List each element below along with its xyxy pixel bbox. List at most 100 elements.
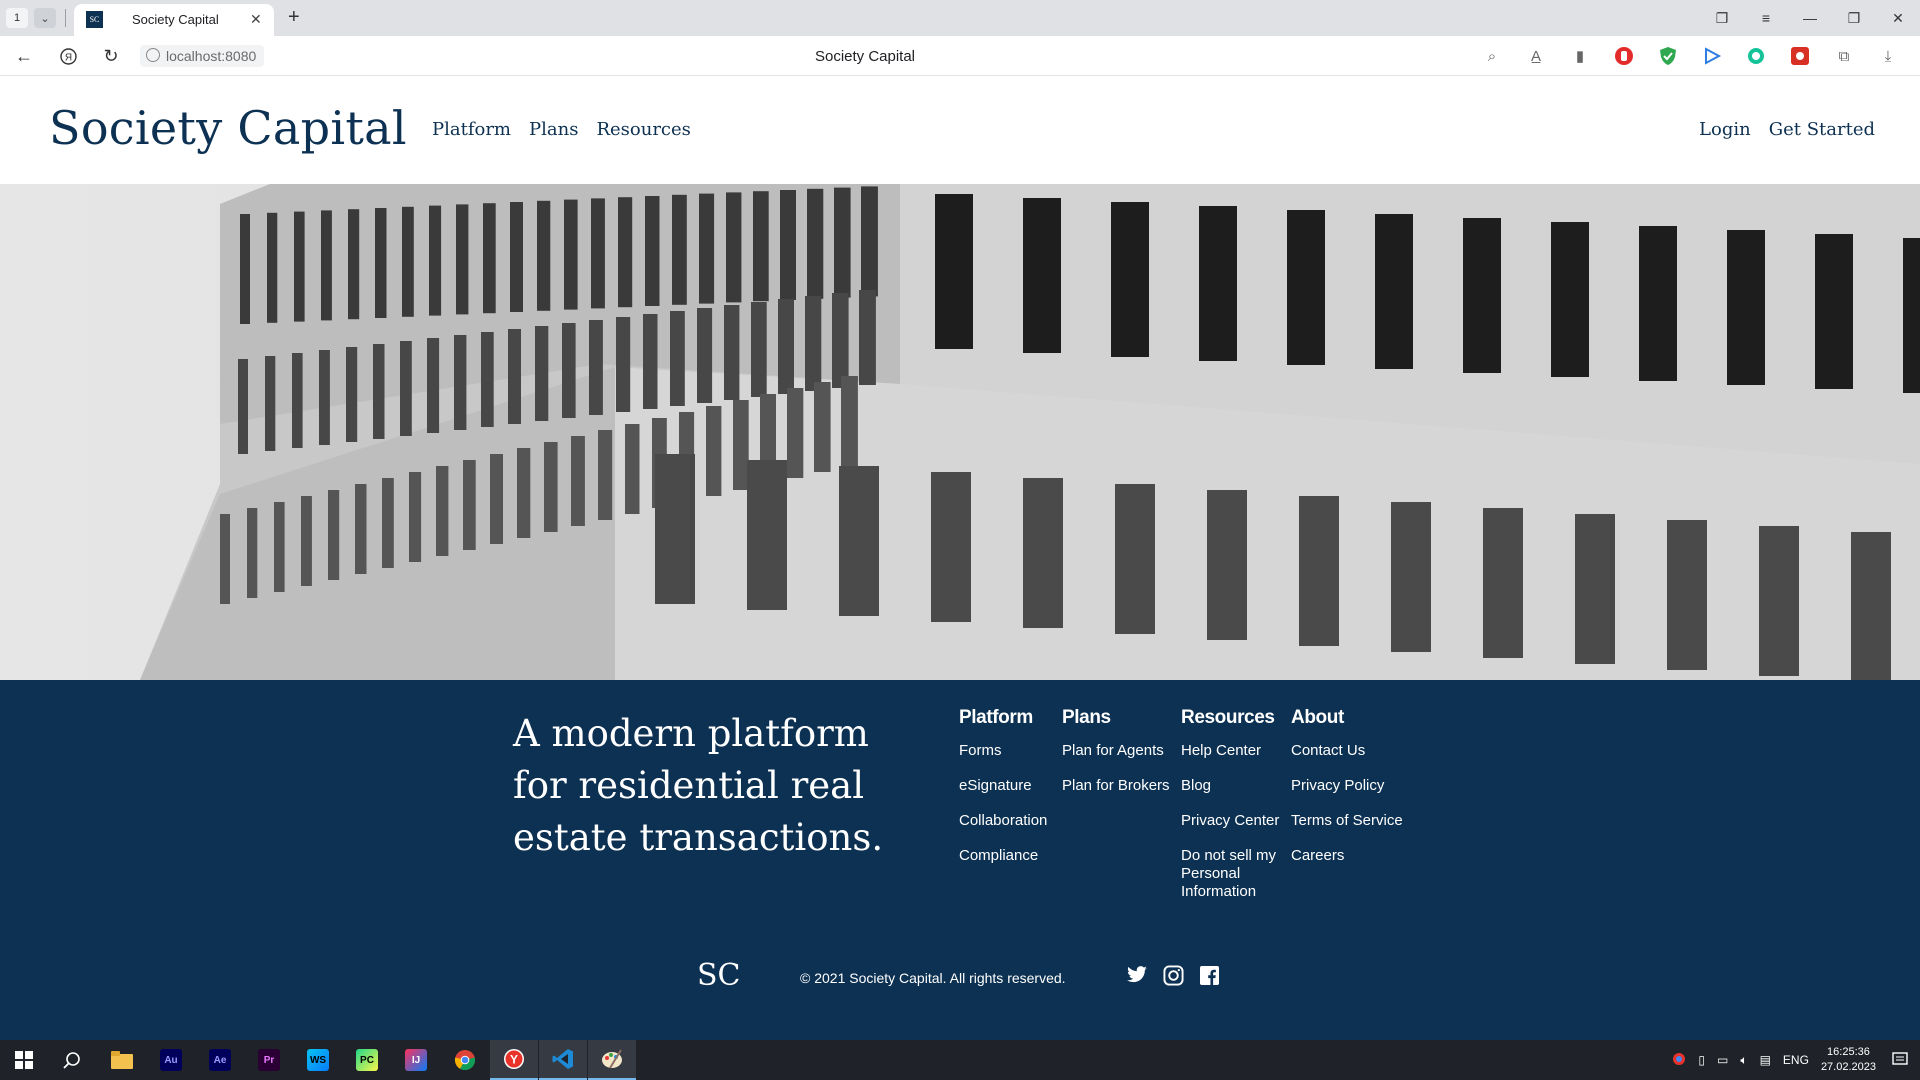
login-link[interactable]: Login xyxy=(1699,119,1751,140)
translate-icon[interactable]: A̲ xyxy=(1518,44,1554,68)
building-illustration xyxy=(0,184,1920,680)
building-window xyxy=(1299,496,1339,646)
footer-sc-logo[interactable]: SC xyxy=(697,958,741,993)
paint-app-icon[interactable] xyxy=(588,1040,636,1080)
after-effects-app-icon[interactable]: Ae xyxy=(196,1040,244,1080)
footer-link-collaboration[interactable]: Collaboration xyxy=(959,812,1047,830)
footer-col-plans: Plans Plan for Agents Plan for Brokers xyxy=(1062,707,1170,812)
building-window xyxy=(373,344,385,439)
building-window xyxy=(839,466,879,616)
tab-favicon-icon: SC xyxy=(86,11,103,28)
footer-link-plan-agents[interactable]: Plan for Agents xyxy=(1062,742,1170,760)
footer-link-privacy-policy[interactable]: Privacy Policy xyxy=(1291,777,1403,795)
footer-link-esignature[interactable]: eSignature xyxy=(959,777,1047,795)
building-window xyxy=(427,338,440,433)
webstorm-app-icon[interactable]: WS xyxy=(294,1040,342,1080)
building-window xyxy=(935,194,973,349)
tray-browser-icon[interactable] xyxy=(1666,1052,1692,1069)
footer-col-title: About xyxy=(1291,707,1344,728)
building-window xyxy=(319,350,330,445)
footer-link-plan-brokers[interactable]: Plan for Brokers xyxy=(1062,777,1170,795)
footer-link-blog[interactable]: Blog xyxy=(1181,777,1291,795)
building-window xyxy=(1483,508,1523,658)
building-window xyxy=(247,508,258,598)
yandex-browser-app-icon[interactable]: Y xyxy=(490,1040,538,1080)
pycharm-app-icon[interactable]: PC xyxy=(343,1040,391,1080)
footer-link-privacy-center[interactable]: Privacy Center xyxy=(1181,812,1291,830)
tray-volume-icon[interactable]: 🔈︎ xyxy=(1734,1053,1753,1068)
twitter-icon[interactable] xyxy=(1126,964,1148,986)
file-explorer-icon[interactable] xyxy=(98,1040,146,1080)
building-window xyxy=(429,205,442,316)
chrome-app-icon[interactable] xyxy=(441,1040,489,1080)
play-extension-icon[interactable] xyxy=(1694,44,1730,68)
footer-col-title: Platform xyxy=(959,707,1033,728)
browser-tab[interactable]: SC Society Capital ✕ xyxy=(74,4,274,36)
language-indicator[interactable]: ENG xyxy=(1777,1053,1815,1067)
tray-battery-icon[interactable]: ▭ xyxy=(1711,1053,1734,1067)
grammar-extension-icon[interactable] xyxy=(1738,44,1774,68)
image-extension-icon[interactable] xyxy=(1782,44,1818,68)
get-started-link[interactable]: Get Started xyxy=(1769,119,1875,140)
bookmarks-panel-icon[interactable]: ❐ xyxy=(1700,0,1744,36)
shield-extension-icon[interactable] xyxy=(1650,44,1686,68)
tab-counter[interactable]: 1 xyxy=(6,8,28,28)
building-window xyxy=(1639,226,1677,381)
building-window xyxy=(294,211,305,322)
app-label: Ae xyxy=(209,1049,231,1071)
address-page-title: Society Capital xyxy=(814,48,916,65)
building-window xyxy=(706,406,722,496)
building-window xyxy=(1375,214,1413,369)
footer-link-help-center[interactable]: Help Center xyxy=(1181,742,1291,760)
premiere-app-icon[interactable]: Pr xyxy=(245,1040,293,1080)
tray-usb-icon[interactable]: ▯ xyxy=(1692,1053,1711,1067)
menu-hamburger-icon[interactable]: ≡ xyxy=(1744,0,1788,36)
bookmark-icon[interactable]: ▮ xyxy=(1562,44,1598,68)
footer-link-forms[interactable]: Forms xyxy=(959,742,1047,760)
instagram-icon[interactable] xyxy=(1162,964,1184,986)
search-icon[interactable]: ⌕ xyxy=(1474,44,1510,68)
close-window-icon[interactable]: ✕ xyxy=(1876,0,1920,36)
tab-list-dropdown[interactable]: ⌄ xyxy=(34,8,56,28)
building-window xyxy=(537,200,551,311)
building-window xyxy=(697,308,713,403)
footer-link-do-not-sell[interactable]: Do not sell my Personal Information xyxy=(1181,847,1291,901)
building-window xyxy=(814,382,831,472)
vscode-app-icon[interactable] xyxy=(539,1040,587,1080)
nav-plans-link[interactable]: Plans xyxy=(529,119,578,140)
new-tab-plus-icon[interactable]: + xyxy=(288,6,300,28)
building-window xyxy=(1115,484,1155,634)
app-label: PC xyxy=(356,1049,378,1071)
footer-link-contact[interactable]: Contact Us xyxy=(1291,742,1403,760)
windows-start-icon[interactable] xyxy=(0,1040,48,1080)
building-window xyxy=(463,460,476,550)
app-label: WS xyxy=(307,1049,329,1071)
collections-icon[interactable]: ⧉ xyxy=(1826,44,1862,68)
building-window xyxy=(220,514,230,604)
footer-link-terms[interactable]: Terms of Service xyxy=(1291,812,1403,830)
social-links xyxy=(1126,964,1220,986)
intellij-app-icon[interactable]: IJ xyxy=(392,1040,440,1080)
nav-resources-link[interactable]: Resources xyxy=(596,119,690,140)
footer-link-compliance[interactable]: Compliance xyxy=(959,847,1047,865)
facebook-icon[interactable] xyxy=(1198,964,1220,986)
app-label: IJ xyxy=(405,1049,427,1071)
site-logo[interactable]: Society Capital xyxy=(49,101,407,155)
download-icon[interactable]: ⤓ xyxy=(1870,44,1906,68)
tab-close-icon[interactable]: ✕ xyxy=(250,11,262,28)
building-window xyxy=(274,502,285,592)
footer-link-careers[interactable]: Careers xyxy=(1291,847,1403,865)
tray-clock[interactable]: 16:25:36 27.02.2023 xyxy=(1815,1045,1882,1075)
site-footer: A modern platform for residential real e… xyxy=(0,680,1920,1040)
building-window xyxy=(328,490,340,580)
taskbar-search-icon[interactable] xyxy=(48,1040,96,1080)
adblock-extension-icon[interactable] xyxy=(1606,44,1642,68)
minimize-icon[interactable]: — xyxy=(1788,0,1832,36)
address-bar: ← Я ↻ localhost:8080 Society Capital ⌕ A… xyxy=(0,36,1920,76)
audition-app-icon[interactable]: Au xyxy=(147,1040,195,1080)
building-window xyxy=(859,290,876,385)
notifications-icon[interactable] xyxy=(1882,1051,1920,1070)
tray-network-icon[interactable]: ▤ xyxy=(1754,1053,1777,1067)
nav-platform-link[interactable]: Platform xyxy=(432,119,511,140)
restore-icon[interactable]: ❐ xyxy=(1832,0,1876,36)
